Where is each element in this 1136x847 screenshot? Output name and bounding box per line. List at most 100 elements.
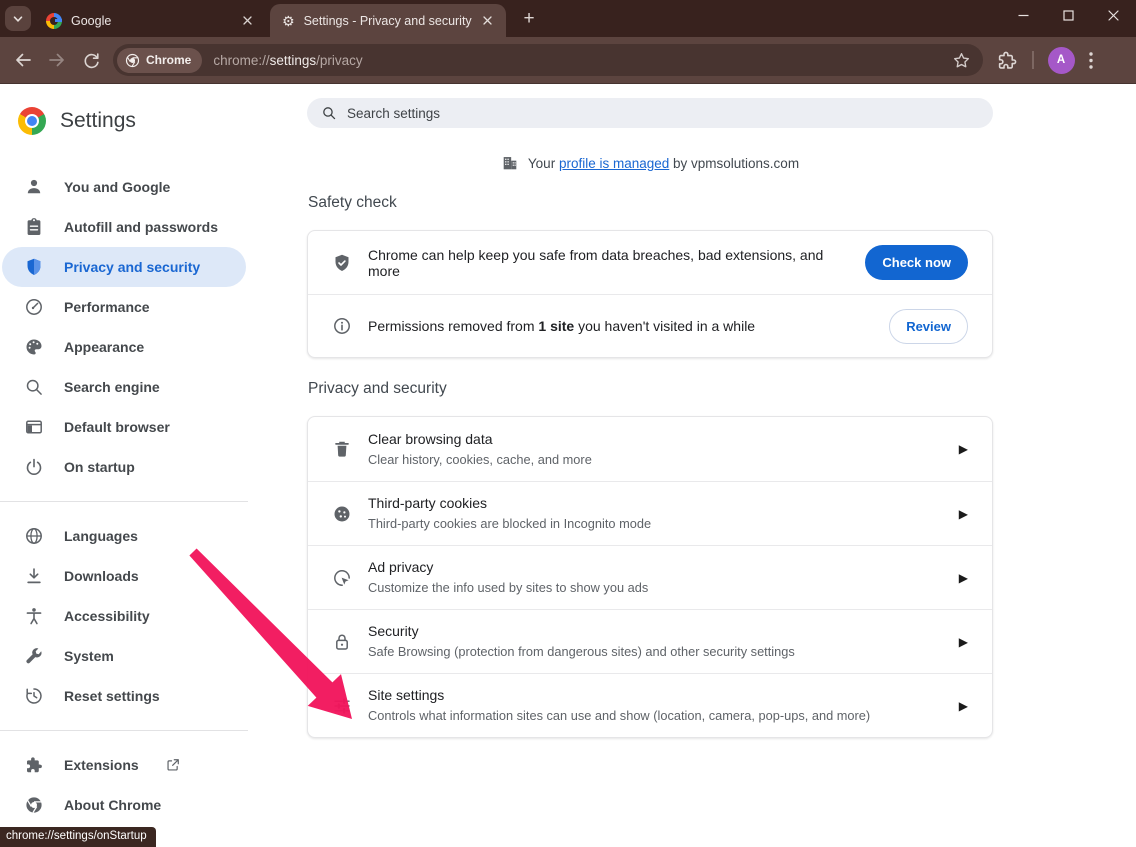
clear-browsing-data-row[interactable]: Clear browsing data Clear history, cooki…	[308, 417, 992, 481]
toolbar-right: A	[997, 47, 1093, 74]
sidebar-item-system[interactable]: System	[2, 636, 246, 676]
window-controls	[1001, 0, 1136, 31]
sidebar-item-label: Accessibility	[64, 608, 150, 624]
magnifier-icon	[24, 377, 44, 397]
avatar[interactable]: A	[1048, 47, 1075, 74]
row-subtitle: Customize the info used by sites to show…	[368, 579, 943, 597]
cookie-icon	[332, 504, 352, 524]
sidebar-item-label: Extensions	[64, 757, 139, 773]
row-subtitle: Clear history, cookies, cache, and more	[368, 451, 943, 469]
sidebar-item-label: Performance	[64, 299, 150, 315]
site-settings-row[interactable]: Site settings Controls what information …	[308, 673, 992, 737]
row-texts: Site settings Controls what information …	[368, 686, 943, 725]
sidebar-item-performance[interactable]: Performance	[2, 287, 246, 327]
sidebar-item-label: About Chrome	[64, 797, 161, 813]
sidebar-item-label: You and Google	[64, 179, 170, 195]
url-text: chrome://settings/privacy	[213, 53, 362, 68]
ad-privacy-icon	[332, 568, 352, 588]
palette-icon	[24, 337, 44, 357]
tab-settings[interactable]: ⚙ Settings - Privacy and security	[270, 4, 506, 37]
search-settings-box[interactable]	[307, 98, 993, 128]
back-button[interactable]	[6, 43, 40, 77]
sidebar-item-label: System	[64, 648, 114, 664]
tab-google[interactable]: Google	[38, 4, 266, 37]
forward-button[interactable]	[40, 43, 74, 77]
close-tab-icon[interactable]	[238, 12, 256, 30]
sidebar-item-label: Reset settings	[64, 688, 160, 704]
chip-label: Chrome	[146, 53, 191, 67]
settings-sidebar: Settings You and Google Autofill and pas…	[0, 84, 248, 847]
person-icon	[24, 177, 44, 197]
row-title: Site settings	[368, 686, 943, 705]
shield-check-icon	[332, 253, 352, 273]
safety-check-card: Chrome can help keep you safe from data …	[307, 230, 993, 358]
sidebar-item-you-and-google[interactable]: You and Google	[2, 167, 246, 207]
sidebar-item-privacy-security[interactable]: Privacy and security	[2, 247, 246, 287]
gear-favicon: ⚙	[282, 14, 295, 28]
power-icon	[24, 457, 44, 477]
sidebar-item-label: Autofill and passwords	[64, 219, 218, 235]
new-tab-button[interactable]: +	[517, 7, 541, 31]
sidebar-item-autofill[interactable]: Autofill and passwords	[2, 207, 246, 247]
third-party-cookies-row[interactable]: Third-party cookies Third-party cookies …	[308, 481, 992, 545]
row-texts: Third-party cookies Third-party cookies …	[368, 494, 943, 533]
browser-window-icon	[24, 417, 44, 437]
row-title: Third-party cookies	[368, 494, 943, 513]
extensions-puzzle-icon[interactable]	[997, 50, 1018, 71]
close-tab-icon[interactable]	[478, 12, 496, 30]
sidebar-item-appearance[interactable]: Appearance	[2, 327, 246, 367]
bookmark-star-icon[interactable]	[952, 51, 971, 70]
sidebar-item-downloads[interactable]: Downloads	[2, 556, 246, 596]
status-bubble: chrome://settings/onStartup	[0, 827, 156, 847]
minimize-button[interactable]	[1001, 0, 1046, 31]
maximize-button[interactable]	[1046, 0, 1091, 31]
sidebar-item-extensions[interactable]: Extensions	[2, 745, 246, 785]
chevron-down-icon	[12, 13, 24, 25]
settings-page: Settings You and Google Autofill and pas…	[0, 84, 1136, 847]
sidebar-item-reset-settings[interactable]: Reset settings	[2, 676, 246, 716]
chrome-logo-icon	[18, 107, 46, 135]
page-title: Settings	[60, 109, 136, 133]
sidebar-item-accessibility[interactable]: Accessibility	[2, 596, 246, 636]
menu-dots-icon[interactable]	[1089, 52, 1093, 69]
lock-icon	[332, 632, 352, 652]
sidebar-item-label: Appearance	[64, 339, 144, 355]
sidebar-item-label: Languages	[64, 528, 138, 544]
reload-button[interactable]	[74, 43, 108, 77]
sidebar-item-languages[interactable]: Languages	[2, 516, 246, 556]
sidebar-item-on-startup[interactable]: On startup	[2, 447, 246, 487]
tab-search-button[interactable]	[5, 6, 31, 31]
managed-notice: Your profile is managed by vpmsolutions.…	[307, 154, 993, 172]
security-row[interactable]: Security Safe Browsing (protection from …	[308, 609, 992, 673]
trash-icon	[332, 439, 352, 459]
privacy-security-card: Clear browsing data Clear history, cooki…	[307, 416, 993, 738]
tab-title: Google	[71, 14, 238, 28]
close-window-button[interactable]	[1091, 0, 1136, 31]
history-icon	[24, 686, 44, 706]
managed-text: Your profile is managed by vpmsolutions.…	[528, 156, 799, 171]
row-subtitle: Third-party cookies are blocked in Incog…	[368, 515, 943, 533]
chevron-right-icon: ▶	[959, 571, 968, 585]
ad-privacy-row[interactable]: Ad privacy Customize the info used by si…	[308, 545, 992, 609]
row-title: Clear browsing data	[368, 430, 943, 449]
browser-toolbar: Chrome chrome://settings/privacy A	[0, 37, 1136, 84]
address-bar[interactable]: Chrome chrome://settings/privacy	[113, 44, 983, 76]
accessibility-icon	[24, 606, 44, 626]
tune-icon	[332, 696, 352, 716]
chevron-right-icon: ▶	[959, 699, 968, 713]
chrome-chip[interactable]: Chrome	[117, 48, 202, 73]
search-input[interactable]	[347, 106, 979, 121]
sidebar-item-search-engine[interactable]: Search engine	[2, 367, 246, 407]
building-icon	[501, 154, 519, 172]
info-icon	[332, 316, 352, 336]
wrench-icon	[24, 646, 44, 666]
check-now-button[interactable]: Check now	[865, 245, 968, 280]
privacy-security-heading: Privacy and security	[308, 380, 993, 398]
row-texts: Clear browsing data Clear history, cooki…	[368, 430, 943, 469]
sidebar-item-about-chrome[interactable]: About Chrome	[2, 785, 246, 825]
managed-link[interactable]: profile is managed	[559, 156, 669, 171]
sidebar-item-default-browser[interactable]: Default browser	[2, 407, 246, 447]
toolbar-separator	[1032, 51, 1034, 69]
review-button[interactable]: Review	[889, 309, 968, 344]
chevron-right-icon: ▶	[959, 635, 968, 649]
